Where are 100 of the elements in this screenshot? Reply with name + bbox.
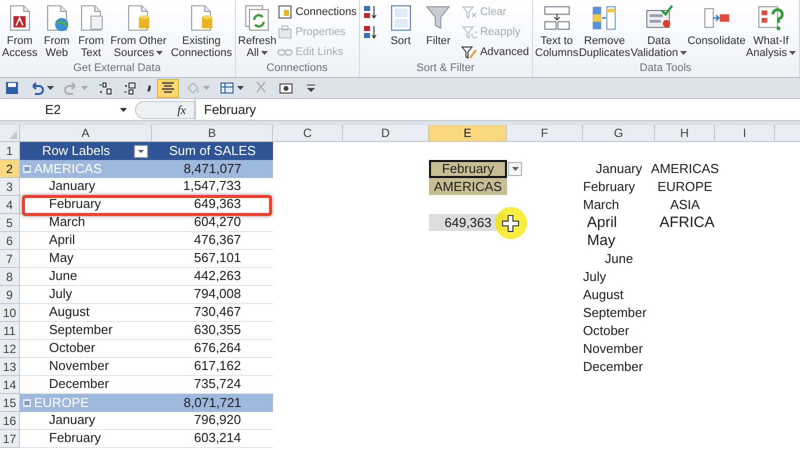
button-label: Connections — [170, 47, 232, 59]
button-label: What-If — [753, 35, 789, 47]
reapply-filter-icon — [461, 24, 478, 40]
collapse-icon[interactable] — [23, 165, 31, 173]
row-header[interactable]: 7 — [0, 250, 20, 268]
ribbon-button[interactable]: From Access — [2, 0, 38, 60]
ribbon-button[interactable]: Filter — [423, 0, 454, 60]
advanced-filter-icon — [461, 44, 478, 60]
button-label: Validation — [630, 47, 678, 59]
table-format-icon — [219, 80, 235, 96]
sort-ascending-icon — [362, 4, 378, 20]
caret-icon — [237, 86, 244, 90]
dropdown-button[interactable] — [508, 162, 522, 176]
row-header[interactable]: 12 — [0, 340, 20, 358]
filter-dropdown-icon[interactable] — [134, 144, 148, 158]
row-header[interactable]: 3 — [0, 178, 20, 196]
column-header[interactable]: G — [583, 125, 655, 141]
selected-cell[interactable]: February — [429, 160, 507, 178]
button-label: Text — [80, 47, 102, 59]
button-label: From — [6, 35, 33, 47]
caret-icon — [788, 51, 796, 55]
toolbar-button[interactable] — [157, 78, 179, 98]
row-header[interactable]: 17 — [0, 430, 20, 448]
ribbon-button[interactable]: From Text — [76, 0, 106, 60]
row-header[interactable]: 13 — [0, 358, 20, 376]
ribbon-button[interactable]: What-If Analysis — [746, 0, 796, 60]
pivot-header-cell: Sum of SALES — [152, 142, 273, 160]
pivot-label-cell: September — [20, 322, 152, 340]
column-header[interactable]: C — [273, 125, 343, 141]
caret-icon — [680, 51, 688, 55]
pivot-label-cell: August — [20, 304, 152, 322]
pivot-value-cell: 442,263 — [152, 268, 273, 286]
group-label-text: AMERICAS — [34, 160, 102, 178]
button-label: From — [78, 35, 104, 47]
button-label: Analysis — [746, 47, 787, 59]
cell-text: May — [586, 230, 616, 251]
save-icon — [4, 80, 20, 96]
column-header[interactable]: F — [507, 125, 583, 141]
button-label: From Other — [110, 35, 167, 47]
row-header[interactable]: 6 — [0, 232, 20, 250]
ribbon-button[interactable]: Consolidate — [687, 0, 746, 60]
ribbon-small-button[interactable]: Connections — [276, 3, 357, 21]
cell-text: AMERICAS — [651, 160, 719, 178]
pivot-label-cell: November — [20, 358, 152, 376]
row-header[interactable]: 14 — [0, 376, 20, 394]
properties-icon — [276, 24, 293, 40]
ribbon-small-button[interactable] — [362, 3, 378, 21]
cursor-highlight-icon — [494, 206, 528, 240]
row-header[interactable]: 16 — [0, 412, 20, 430]
row-header[interactable]: 10 — [0, 304, 20, 322]
row-header[interactable]: 5 — [0, 214, 20, 232]
pivot-value-cell: 796,920 — [152, 412, 273, 430]
button-label: Text to — [540, 35, 573, 47]
row-header[interactable]: 1 — [0, 142, 20, 160]
comma-style-icon — [147, 84, 151, 92]
align-center-icon — [160, 80, 176, 96]
collapse-icon[interactable] — [23, 399, 31, 407]
ribbon-button[interactable]: From Other Sources — [110, 0, 167, 60]
region-cell: AMERICAS — [429, 178, 507, 195]
pivot-value-cell: 8,471,077 — [152, 160, 273, 178]
ribbon-button[interactable]: Existing Connections — [170, 0, 232, 60]
group-label: Data Tools — [638, 61, 692, 76]
button-label: Consolidate — [687, 35, 746, 47]
column-header[interactable]: E — [429, 125, 507, 141]
button-label: Sources — [114, 47, 154, 59]
caret-icon — [47, 86, 54, 90]
ribbon-button[interactable]: From Web — [42, 0, 72, 60]
ribbon-small-button[interactable] — [362, 23, 378, 41]
ribbon-button[interactable]: Remove Duplicates — [578, 0, 630, 60]
button-label: Filter — [426, 35, 451, 47]
name-box[interactable]: E2 — [0, 100, 135, 120]
row-header[interactable]: 9 — [0, 286, 20, 304]
fill-bucket-icon — [185, 80, 201, 96]
ribbon-button[interactable]: Data Validation — [630, 0, 688, 60]
insert-function-button[interactable]: fx — [177, 100, 186, 118]
caret-icon — [260, 51, 268, 55]
formula-input[interactable]: February — [195, 99, 800, 120]
column-header[interactable]: B — [152, 125, 273, 141]
row-header[interactable]: 4 — [0, 196, 20, 214]
ribbon-button[interactable]: Text to Columns — [535, 0, 578, 60]
button-label: Web — [46, 47, 68, 59]
button-label: Data — [647, 35, 670, 47]
row-header[interactable]: 2 — [0, 160, 20, 178]
cell-text: ASIA — [670, 196, 700, 214]
pivot-value-cell: 604,270 — [152, 214, 273, 232]
ribbon-small-button[interactable]: Advanced — [461, 43, 529, 61]
row-header[interactable]: 8 — [0, 268, 20, 286]
ribbon-button[interactable]: Sort — [386, 0, 416, 60]
column-header[interactable]: A — [20, 125, 152, 141]
row-header[interactable]: 11 — [0, 322, 20, 340]
column-header[interactable]: I — [715, 125, 775, 141]
cell-text: September — [583, 304, 647, 322]
pivot-value-cell: 794,008 — [152, 286, 273, 304]
column-header[interactable]: H — [655, 125, 715, 141]
ribbon-button[interactable]: Refresh All — [238, 0, 277, 60]
caret-icon — [512, 167, 518, 171]
row-header[interactable]: 15 — [0, 394, 20, 412]
pivot-value-cell: 630,355 — [152, 322, 273, 340]
caret-icon — [203, 86, 210, 90]
button-label: Duplicates — [578, 47, 630, 59]
